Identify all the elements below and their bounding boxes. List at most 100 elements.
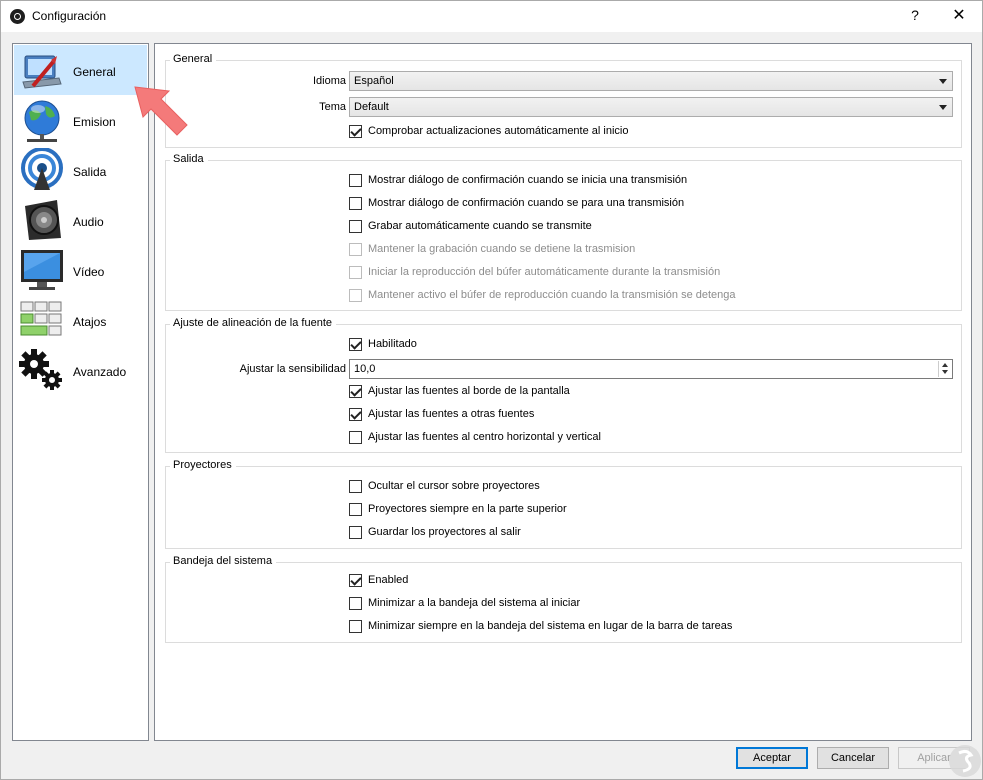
speaker-icon	[25, 200, 61, 240]
snapping-group: Ajuste de alineación de la fuente Habili…	[165, 317, 962, 453]
snapping-enabled-option[interactable]: Habilitado	[349, 335, 417, 353]
projectors-option-label: Proyectores siempre en la parte superior	[368, 503, 567, 515]
projectors-option-label: Ocultar el cursor sobre proyectores	[368, 480, 540, 492]
system-tray-group: Bandeja del sistema Enabled Minimizar a …	[165, 555, 962, 643]
spin-up-icon[interactable]	[942, 363, 948, 367]
output-option[interactable]: Mostrar diálogo de confirmación cuando s…	[349, 171, 687, 189]
output-option-label: Mantener la grabación cuando se detiene …	[368, 243, 636, 255]
checkbox	[349, 288, 362, 302]
projectors-group: Proyectores Ocultar el cursor sobre proy…	[165, 459, 962, 549]
output-option-label: Grabar automáticamente cuando se transmi…	[368, 220, 592, 232]
snapping-option[interactable]: Ajustar las fuentes a otras fuentes	[349, 405, 534, 423]
globe-network-icon	[24, 100, 60, 142]
tray-option[interactable]: Enabled	[349, 571, 408, 589]
output-option-label: Mostrar diálogo de confirmación cuando s…	[368, 174, 688, 186]
snapping-option-label: Ajustar las fuentes a otras fuentes	[368, 408, 535, 420]
group-title: Proyectores	[170, 459, 236, 471]
group-title: General	[170, 53, 217, 65]
checkbox[interactable]	[349, 619, 362, 633]
checkbox[interactable]	[349, 430, 362, 444]
snapping-enabled-label: Habilitado	[368, 338, 417, 350]
checkbox[interactable]	[349, 502, 362, 516]
sidebar-item-label: Salida	[73, 165, 107, 179]
check-updates-option[interactable]: Comprobar actualizaciones automáticament…	[349, 122, 628, 140]
output-option[interactable]: Mostrar diálogo de confirmación cuando s…	[349, 194, 684, 212]
checkbox	[349, 265, 362, 279]
settings-window: Configuración ? ✕ General Emision Salida…	[0, 0, 983, 780]
help-button[interactable]: ?	[905, 7, 925, 27]
output-option-disabled: Mantener activo el búfer de reproducción…	[349, 286, 736, 304]
sidebar-item-label: Atajos	[73, 315, 107, 329]
language-value: Español	[354, 75, 394, 87]
sensitivity-spinbox[interactable]: 10,0	[349, 359, 953, 379]
checkbox[interactable]	[349, 337, 362, 351]
obs-app-icon	[10, 9, 25, 24]
tray-option[interactable]: Minimizar siempre en la bandeja del sist…	[349, 617, 732, 635]
checkbox[interactable]	[349, 384, 362, 398]
cancel-button[interactable]: Cancelar	[817, 747, 889, 769]
spin-down-icon[interactable]	[942, 370, 948, 374]
broadcast-antenna-icon	[21, 148, 63, 190]
group-title: Salida	[170, 153, 208, 165]
sensitivity-label: Ajustar la sensibilidad	[239, 363, 346, 375]
checkbox[interactable]	[349, 173, 362, 187]
language-select[interactable]: Español	[349, 71, 953, 91]
tray-option-label: Minimizar siempre en la bandeja del sist…	[368, 620, 733, 632]
snapping-option[interactable]: Ajustar las fuentes al centro horizontal…	[349, 428, 601, 446]
checkbox[interactable]	[349, 196, 362, 210]
general-group: General Idioma Español Tema Default Comp…	[165, 53, 962, 148]
projectors-option[interactable]: Ocultar el cursor sobre proyectores	[349, 477, 540, 495]
snapping-option[interactable]: Ajustar las fuentes al borde de la panta…	[349, 382, 570, 400]
checkbox[interactable]	[349, 124, 362, 138]
sidebar-item-salida[interactable]: Salida	[14, 145, 147, 195]
sidebar-item-avanzado[interactable]: Avanzado	[14, 345, 147, 395]
projectors-option[interactable]: Guardar los proyectores al salir	[349, 523, 521, 541]
output-group: Salida Mostrar diálogo de confirmación c…	[165, 153, 962, 311]
monitor-icon	[21, 250, 63, 290]
checkbox[interactable]	[349, 525, 362, 539]
chevron-down-icon	[939, 79, 947, 84]
general-settings-icon	[22, 55, 62, 89]
output-option-label: Mantener activo el búfer de reproducción…	[368, 289, 736, 301]
tray-option[interactable]: Minimizar a la bandeja del sistema al in…	[349, 594, 580, 612]
theme-value: Default	[354, 101, 389, 113]
tray-option-label: Enabled	[368, 574, 409, 586]
theme-select[interactable]: Default	[349, 97, 953, 117]
checkbox[interactable]	[349, 219, 362, 233]
checkbox[interactable]	[349, 479, 362, 493]
sidebar-item-general[interactable]: General	[14, 45, 147, 95]
output-option[interactable]: Grabar automáticamente cuando se transmi…	[349, 217, 592, 235]
output-option-disabled: Mantener la grabación cuando se detiene …	[349, 240, 635, 258]
settings-content-panel: General Idioma Español Tema Default Comp…	[154, 43, 972, 741]
sidebar-item-label: Emision	[73, 115, 116, 129]
sidebar-item-audio[interactable]: Audio	[14, 195, 147, 245]
output-option-label: Iniciar la reproducción del búfer automá…	[368, 266, 721, 278]
sidebar-item-atajos[interactable]: Atajos	[14, 295, 147, 345]
accept-button[interactable]: Aceptar	[736, 747, 808, 769]
chevron-down-icon	[939, 105, 947, 110]
settings-category-list: General Emision Salida Audio Vídeo Atajo…	[12, 43, 149, 741]
checkbox[interactable]	[349, 573, 362, 587]
check-updates-label: Comprobar actualizaciones automáticament…	[368, 125, 629, 137]
pointer-arrow-icon	[134, 86, 188, 136]
projectors-option-label: Guardar los proyectores al salir	[368, 526, 521, 538]
sidebar-item-video[interactable]: Vídeo	[14, 245, 147, 295]
sidebar-item-label: Vídeo	[73, 265, 105, 279]
checkbox[interactable]	[349, 407, 362, 421]
snapping-option-label: Ajustar las fuentes al borde de la panta…	[368, 385, 570, 397]
sidebar-item-label: General	[73, 65, 116, 79]
checkbox	[349, 242, 362, 256]
sensitivity-value: 10,0	[354, 363, 376, 375]
keyboard-icon	[20, 301, 62, 336]
group-title: Bandeja del sistema	[170, 555, 277, 567]
snapping-option-label: Ajustar las fuentes al centro horizontal…	[368, 431, 601, 443]
spin-buttons[interactable]	[938, 361, 951, 377]
window-title: Configuración	[32, 9, 107, 23]
sidebar-item-emision[interactable]: Emision	[14, 95, 147, 145]
projectors-option[interactable]: Proyectores siempre en la parte superior	[349, 500, 567, 518]
close-button[interactable]: ✕	[941, 5, 977, 27]
watermark-logo-icon	[949, 745, 981, 777]
output-option-disabled: Iniciar la reproducción del búfer automá…	[349, 263, 720, 281]
checkbox[interactable]	[349, 596, 362, 610]
group-title: Ajuste de alineación de la fuente	[170, 317, 337, 329]
